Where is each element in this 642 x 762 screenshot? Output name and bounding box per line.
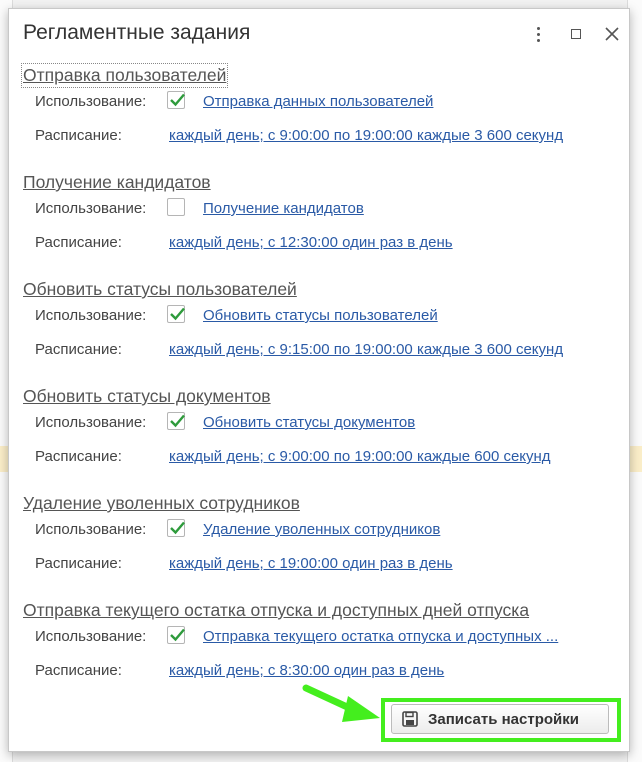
schedule-link[interactable]: каждый день; с 9:15:00 по 19:00:00 кажды…	[169, 341, 563, 358]
usage-label: Использование:	[35, 521, 147, 538]
usage-link[interactable]: Обновить статусы пользователей	[203, 307, 438, 324]
dialog-title: Регламентные задания	[23, 21, 251, 44]
section-title[interactable]: Обновить статусы документов	[23, 386, 271, 407]
schedule-link[interactable]: каждый день; с 9:00:00 по 19:00:00 кажды…	[169, 448, 551, 465]
usage-checkbox[interactable]	[167, 519, 185, 537]
usage-link[interactable]: Удаление уволенных сотрудников	[203, 521, 440, 538]
save-settings-button[interactable]: Записать настройки	[391, 704, 609, 734]
save-settings-label: Записать настройки	[428, 710, 579, 728]
usage-label: Использование:	[35, 414, 147, 431]
maximize-icon[interactable]	[565, 23, 587, 45]
close-icon[interactable]	[601, 23, 623, 45]
section-title[interactable]: Отправка пользователей	[20, 63, 229, 88]
scheduled-jobs-dialog: Регламентные задания Отправка пользовате…	[8, 8, 630, 752]
usage-checkbox[interactable]	[167, 305, 185, 323]
schedule-link[interactable]: каждый день; с 12:30:00 один раз в день	[169, 234, 453, 251]
usage-checkbox[interactable]	[167, 91, 185, 109]
schedule-label: Расписание:	[35, 127, 122, 144]
usage-link[interactable]: Обновить статусы документов	[203, 414, 415, 431]
usage-checkbox[interactable]	[167, 626, 185, 644]
usage-link[interactable]: Получение кандидатов	[203, 200, 364, 217]
schedule-link[interactable]: каждый день; с 19:00:00 один раз в день	[169, 555, 453, 572]
schedule-label: Расписание:	[35, 234, 122, 251]
annotation-arrow-icon	[302, 684, 380, 722]
usage-label: Использование:	[35, 628, 147, 645]
usage-label: Использование:	[35, 307, 147, 324]
section-title[interactable]: Отправка текущего остатка отпуска и дост…	[23, 600, 529, 621]
usage-checkbox[interactable]	[167, 412, 185, 430]
usage-label: Использование:	[35, 93, 147, 110]
schedule-label: Расписание:	[35, 662, 122, 679]
schedule-label: Расписание:	[35, 555, 122, 572]
schedule-label: Расписание:	[35, 448, 122, 465]
usage-label: Использование:	[35, 200, 147, 217]
section-title[interactable]: Удаление уволенных сотрудников	[23, 493, 300, 514]
schedule-link[interactable]: каждый день; с 8:30:00 один раз в день	[169, 662, 444, 679]
more-menu-icon[interactable]	[527, 23, 549, 45]
schedule-link[interactable]: каждый день; с 9:00:00 по 19:00:00 кажды…	[169, 127, 563, 144]
floppy-disk-icon	[402, 711, 418, 727]
usage-checkbox[interactable]	[167, 198, 185, 216]
section-title[interactable]: Получение кандидатов	[23, 172, 211, 193]
usage-link[interactable]: Отправка текущего остатка отпуска и дост…	[203, 628, 558, 645]
usage-link[interactable]: Отправка данных пользователей	[203, 93, 433, 110]
schedule-label: Расписание:	[35, 341, 122, 358]
section-title[interactable]: Обновить статусы пользователей	[23, 279, 297, 300]
